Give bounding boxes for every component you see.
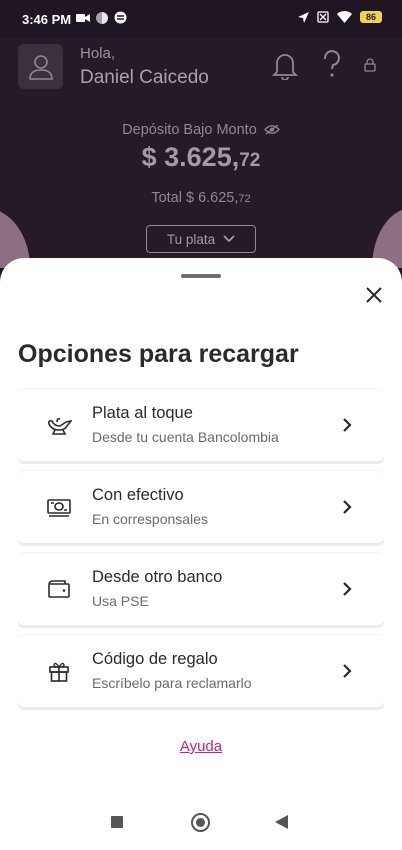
sheet-handle[interactable] <box>181 274 221 278</box>
option-plata-al-toque[interactable]: Plata al toque Desde tu cuenta Bancolomb… <box>18 389 384 461</box>
recent-apps-button[interactable] <box>111 816 123 828</box>
chat-app-icon <box>114 11 127 24</box>
option-title: Plata al toque <box>92 404 193 422</box>
no-sim-icon <box>317 11 329 23</box>
deposit-label: Depósito Bajo Monto <box>0 122 402 138</box>
wifi-icon <box>337 11 352 23</box>
cash-icon <box>47 499 71 517</box>
help-link[interactable]: Ayuda <box>0 738 402 755</box>
option-con-efectivo[interactable]: Con efectivo En corresponsales <box>18 471 384 543</box>
balance-amount: $ 3.625,72 <box>141 142 261 172</box>
home-button[interactable] <box>191 813 210 832</box>
status-time: 3:46 PM <box>22 12 72 27</box>
option-title: Desde otro banco <box>92 568 223 586</box>
option-codigo-de-regalo[interactable]: Código de regalo Escríbelo para reclamar… <box>18 635 384 707</box>
option-desde-otro-banco[interactable]: Desde otro banco Usa PSE <box>18 553 384 625</box>
recharge-options-sheet: Opciones para recargar Plata al toque De… <box>0 258 402 850</box>
battery-icon: 86 <box>360 11 382 23</box>
status-bar: 3:46 PM 86 <box>0 0 402 38</box>
option-title: Con efectivo <box>92 486 184 504</box>
option-title: Código de regalo <box>92 650 218 668</box>
back-button[interactable] <box>275 815 288 829</box>
user-name: Daniel Caicedo <box>80 67 209 88</box>
chevron-right-icon <box>343 582 352 596</box>
user-icon <box>28 54 53 80</box>
sheet-title: Opciones para recargar <box>18 340 299 368</box>
pinwheel-icon <box>96 11 108 24</box>
chevron-down-icon <box>223 235 235 243</box>
genie-lamp-icon <box>48 418 72 435</box>
option-subtitle: Desde tu cuenta Bancolombia <box>92 429 279 445</box>
option-subtitle: En corresponsales <box>92 511 208 527</box>
video-call-icon <box>76 13 90 22</box>
option-subtitle: Escríbelo para reclamarlo <box>92 675 252 691</box>
avatar[interactable] <box>18 44 63 89</box>
gift-icon <box>49 662 69 682</box>
tu-plata-button[interactable]: Tu plata <box>146 225 256 253</box>
help-icon[interactable] <box>322 50 342 80</box>
option-subtitle: Usa PSE <box>92 593 149 609</box>
location-icon <box>298 11 309 23</box>
account-header: Hola, Daniel Caicedo Depósito Bajo Monto… <box>0 38 402 268</box>
chevron-right-icon <box>343 664 352 678</box>
close-icon[interactable] <box>362 283 386 307</box>
chevron-right-icon <box>343 500 352 514</box>
bell-icon[interactable] <box>272 50 298 80</box>
eye-icon[interactable] <box>263 124 280 135</box>
chevron-right-icon <box>343 418 352 432</box>
wallet-icon <box>48 580 70 598</box>
greeting: Hola, <box>80 45 116 62</box>
android-nav-bar <box>0 798 402 850</box>
total-amount: Total $ 6.625,72 <box>151 190 251 206</box>
lock-icon[interactable] <box>364 58 376 72</box>
